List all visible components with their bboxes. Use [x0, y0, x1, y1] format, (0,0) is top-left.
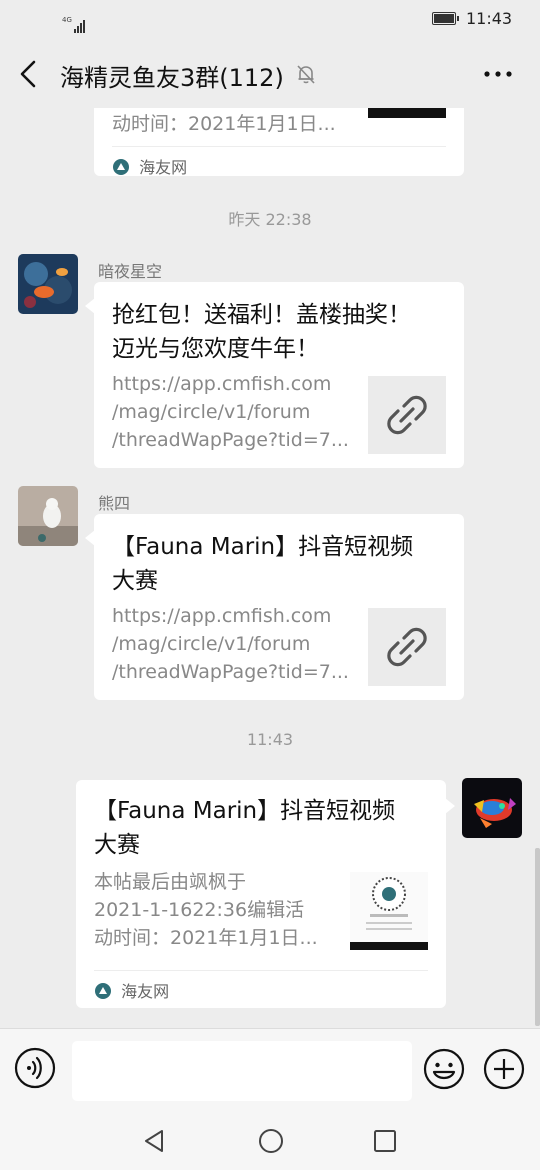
system-navigation-bar — [0, 1110, 540, 1170]
site-logo-icon — [95, 983, 111, 999]
message-link-card[interactable]: 抢红包！送福利！盖楼抽奖！ 迈光与您欢度牛年！ https://app.cmfi… — [94, 282, 464, 468]
link-thumbnail — [368, 376, 446, 454]
link-thumbnail — [368, 108, 446, 118]
scrollbar[interactable] — [535, 848, 540, 1026]
battery-icon — [432, 12, 459, 25]
link-title-line: 大赛 — [94, 832, 140, 858]
chat-header: 海精灵鱼友3群(112) — [0, 38, 540, 108]
more-dots-icon — [484, 71, 512, 77]
link-description-line: 本帖最后由飒枫于 — [94, 871, 247, 893]
signal-icon: 4G — [30, 8, 85, 33]
status-bar: 4G 11:43 — [0, 0, 540, 38]
chevron-left-icon — [20, 60, 36, 88]
message-link-card[interactable]: 动时间：2021年1月1日... 海友网 — [94, 108, 464, 177]
mute-bell-icon — [294, 62, 318, 86]
voice-input-button[interactable] — [14, 1047, 56, 1089]
plus-icon — [483, 1048, 525, 1090]
system-back-button[interactable] — [140, 1126, 170, 1156]
voice-icon — [14, 1047, 56, 1089]
link-description-line: 2021-1-1622:36编辑活 — [94, 899, 305, 921]
link-source: 海友网 — [94, 978, 169, 1006]
bubble-tail — [445, 798, 455, 814]
message-input[interactable] — [72, 1041, 412, 1101]
link-description-line: https://app.cmfish.com — [112, 605, 332, 627]
link-description-line: 动时间：2021年1月1日... — [94, 927, 318, 949]
link-thumbnail — [350, 872, 428, 950]
source-name: 海友网 — [139, 158, 188, 177]
link-title-line: 抢红包！送福利！盖楼抽奖！ — [112, 302, 411, 328]
avatar[interactable] — [18, 486, 78, 546]
link-title-line: 【Fauna Marin】抖音短视频 — [112, 534, 414, 560]
link-icon — [387, 395, 427, 435]
link-title-line: 【Fauna Marin】抖音短视频 — [94, 798, 396, 824]
back-button[interactable] — [12, 56, 48, 92]
message-link-card[interactable]: 【Fauna Marin】抖音短视频 大赛 https://app.cmfish… — [94, 514, 464, 700]
network-type: 4G — [62, 16, 72, 24]
sender-name: 熊四 — [98, 494, 131, 513]
input-bar — [0, 1028, 540, 1111]
link-description-line: /mag/circle/v1/forum — [112, 401, 311, 423]
link-title-line: 迈光与您欢度牛年！ — [112, 336, 319, 362]
smiley-icon — [423, 1048, 465, 1090]
link-description-line: https://app.cmfish.com — [112, 373, 332, 395]
my-avatar[interactable] — [462, 778, 522, 838]
site-logo-icon — [113, 159, 129, 175]
message-timestamp: 昨天 22:38 — [228, 210, 312, 229]
link-icon — [387, 627, 427, 667]
emoji-button[interactable] — [422, 1047, 466, 1091]
source-name: 海友网 — [121, 982, 170, 1001]
link-description: 动时间：2021年1月1日... — [112, 113, 336, 135]
message-list[interactable]: 动时间：2021年1月1日... 海友网 昨天 22:38 暗夜星空 抢红包！送… — [0, 108, 540, 1028]
circle-home-icon — [259, 1129, 283, 1153]
system-home-button[interactable] — [256, 1126, 286, 1156]
message-timestamp: 11:43 — [246, 730, 294, 749]
chat-title: 海精灵鱼友3群(112) — [60, 64, 284, 92]
avatar[interactable] — [18, 254, 78, 314]
sender-name: 暗夜星空 — [98, 262, 163, 281]
link-description-line: /threadWapPage?tid=7... — [112, 429, 349, 451]
link-source: 海友网 — [112, 154, 187, 182]
link-description-line: /mag/circle/v1/forum — [112, 633, 311, 655]
more-functions-button[interactable] — [482, 1047, 526, 1091]
triangle-back-icon — [145, 1130, 163, 1152]
card-divider — [94, 970, 428, 971]
link-title-line: 大赛 — [112, 568, 158, 594]
link-thumbnail — [368, 608, 446, 686]
status-time: 11:43 — [466, 9, 513, 28]
square-recents-icon — [374, 1130, 396, 1152]
link-description-line: /threadWapPage?tid=7... — [112, 661, 349, 683]
more-options-button[interactable] — [480, 62, 516, 86]
qr-poster-image — [350, 872, 428, 950]
card-divider — [112, 146, 446, 147]
message-link-card[interactable]: 【Fauna Marin】抖音短视频 大赛 本帖最后由飒枫于 2021-1-16… — [76, 780, 446, 1008]
system-recents-button[interactable] — [370, 1126, 400, 1156]
